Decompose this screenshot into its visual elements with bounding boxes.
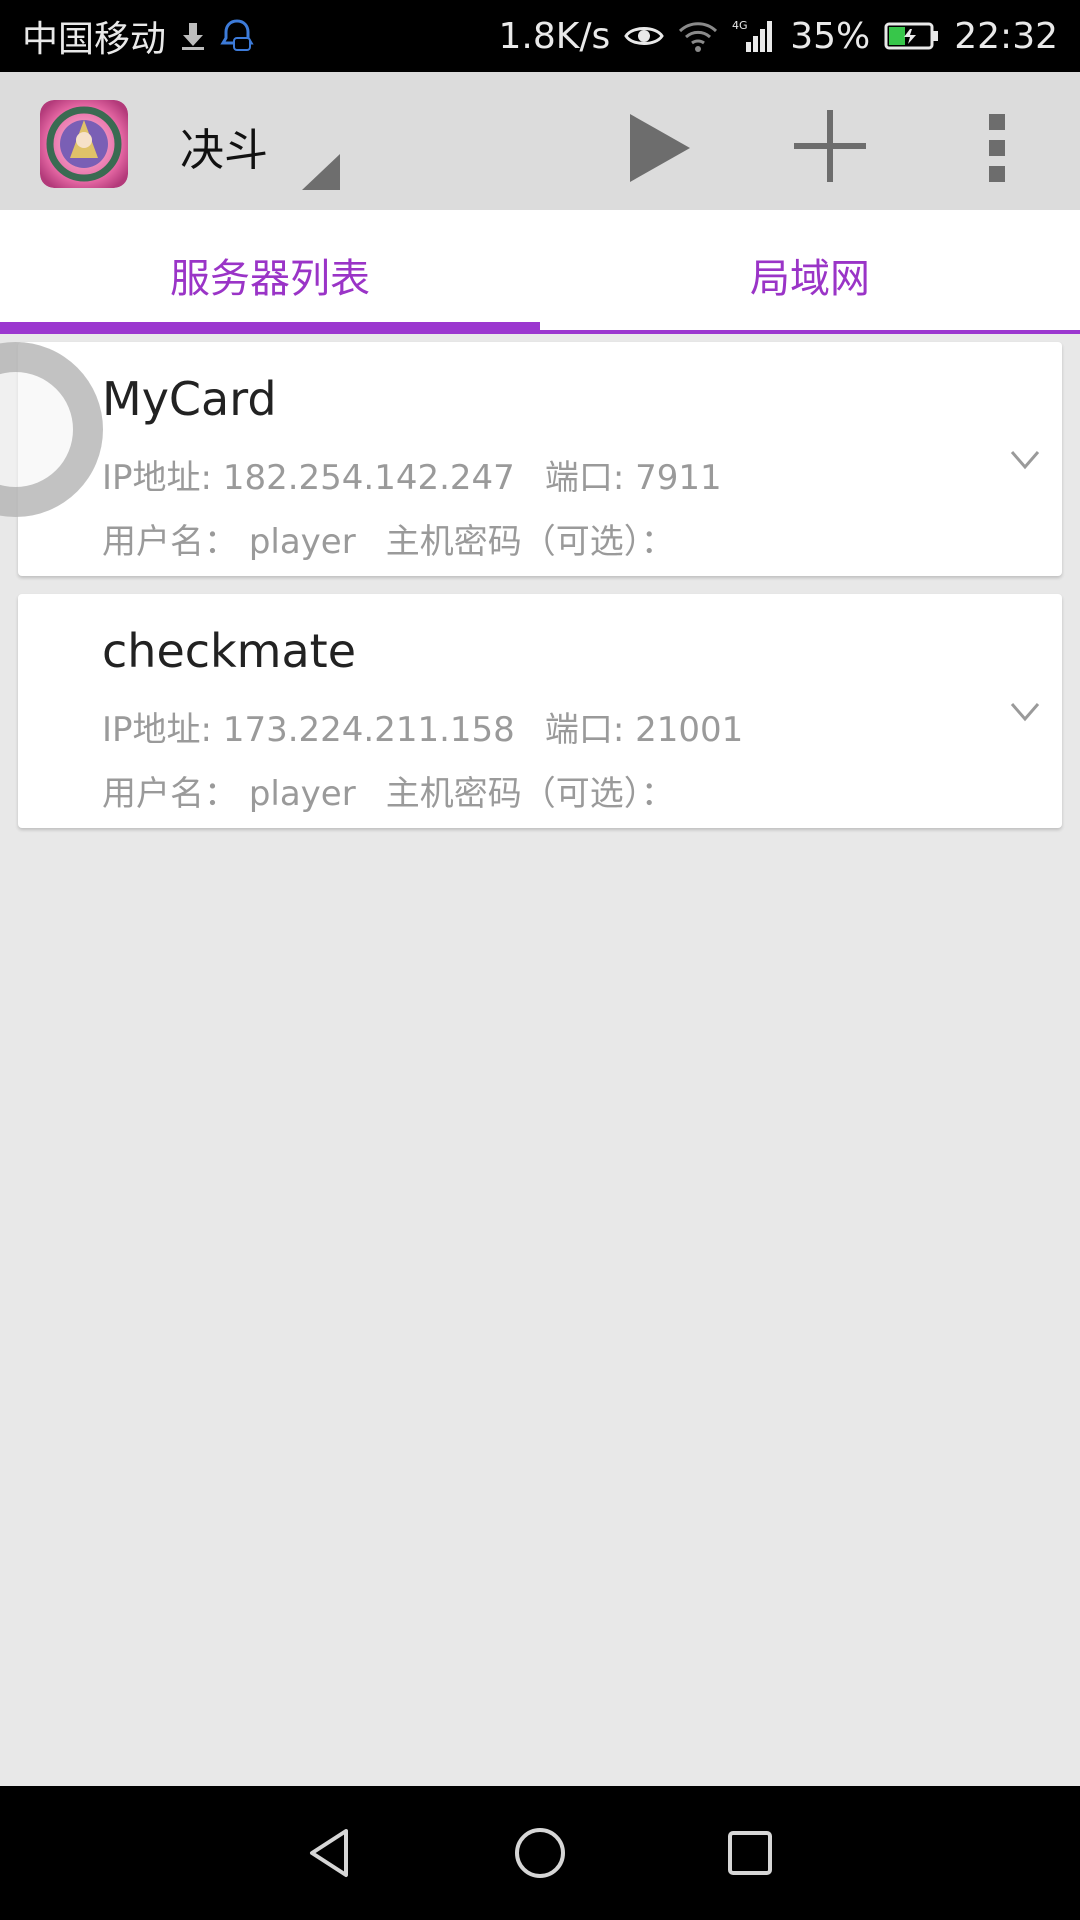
plus-icon — [794, 110, 866, 182]
spinner-value: 决斗 — [180, 125, 268, 176]
server-card[interactable]: checkmate IP地址: 173.224.211.158 端口: 21001… — [18, 594, 1062, 828]
password-label: 主机密码（可选）： — [385, 774, 675, 814]
port-label: 端口: — [544, 458, 625, 498]
chat-notification-icon — [220, 18, 254, 54]
server-name: MyCard — [102, 372, 277, 426]
overflow-menu-button[interactable] — [975, 108, 1019, 188]
ip-label: IP地址: — [102, 458, 212, 498]
recents-square-icon — [728, 1831, 772, 1875]
battery-icon — [884, 21, 940, 51]
server-address-line: IP地址: 182.254.142.247 端口: 7911 — [102, 450, 722, 499]
password-label: 主机密码（可选）： — [385, 522, 675, 562]
play-button[interactable] — [620, 108, 700, 188]
home-button[interactable] — [510, 1823, 570, 1883]
server-card[interactable]: MyCard IP地址: 182.254.142.247 端口: 7911 用户名… — [18, 342, 1062, 576]
user-label: 用户名： — [102, 522, 238, 562]
navigation-bar — [0, 1786, 1080, 1920]
ip-value: 173.224.211.158 — [222, 710, 515, 750]
user-label: 用户名： — [102, 774, 238, 814]
server-credentials-line: 用户名： player 主机密码（可选）： — [102, 766, 675, 815]
add-server-button[interactable] — [790, 106, 870, 186]
dropdown-triangle-icon — [302, 154, 340, 190]
clock: 22:32 — [954, 15, 1058, 57]
server-credentials-line: 用户名： player 主机密码（可选）： — [102, 514, 675, 563]
tab-selected-indicator — [0, 322, 540, 334]
status-bar: 中国移动 1.8K/s 4G 35% 22:32 — [0, 0, 1080, 72]
network-speed: 1.8K/s — [498, 15, 611, 57]
port-value: 21001 — [635, 710, 744, 750]
screen: 中国移动 1.8K/s 4G 35% 22:32 决斗 服务器列表 局域网 My… — [0, 0, 1080, 1920]
ip-value: 182.254.142.247 — [222, 458, 515, 498]
status-left: 中国移动 — [22, 10, 254, 62]
play-icon — [630, 114, 690, 182]
eye-icon — [624, 22, 664, 50]
tab-lan[interactable]: 局域网 — [540, 210, 1080, 334]
tab-server-list[interactable]: 服务器列表 — [0, 210, 540, 334]
server-address-line: IP地址: 173.224.211.158 端口: 21001 — [102, 702, 743, 751]
app-logo[interactable] — [40, 100, 128, 188]
carrier-label: 中国移动 — [22, 19, 167, 60]
port-value: 7911 — [635, 458, 722, 498]
battery-percent: 35% — [790, 15, 871, 57]
download-icon — [180, 21, 206, 51]
back-triangle-icon — [310, 1829, 348, 1877]
ip-label: IP地址: — [102, 710, 212, 750]
home-circle-icon — [515, 1828, 565, 1878]
user-value: player — [248, 522, 356, 562]
recents-button[interactable] — [720, 1823, 780, 1883]
mode-spinner[interactable]: 决斗 — [180, 100, 340, 190]
chevron-down-icon[interactable] — [1010, 702, 1040, 722]
chevron-down-icon[interactable] — [1010, 450, 1040, 470]
port-label: 端口: — [544, 710, 625, 750]
tab-bar: 服务器列表 局域网 — [0, 210, 1080, 334]
server-name: checkmate — [102, 624, 357, 678]
more-vert-icon — [989, 114, 1005, 182]
user-value: player — [248, 774, 356, 814]
toolbar: 决斗 — [0, 72, 1080, 210]
back-button[interactable] — [300, 1823, 360, 1883]
wifi-icon — [678, 19, 718, 53]
network-type-label: 4G — [732, 19, 748, 32]
signal-icon: 4G — [732, 18, 776, 54]
status-right: 1.8K/s 4G 35% 22:32 — [498, 16, 1058, 57]
